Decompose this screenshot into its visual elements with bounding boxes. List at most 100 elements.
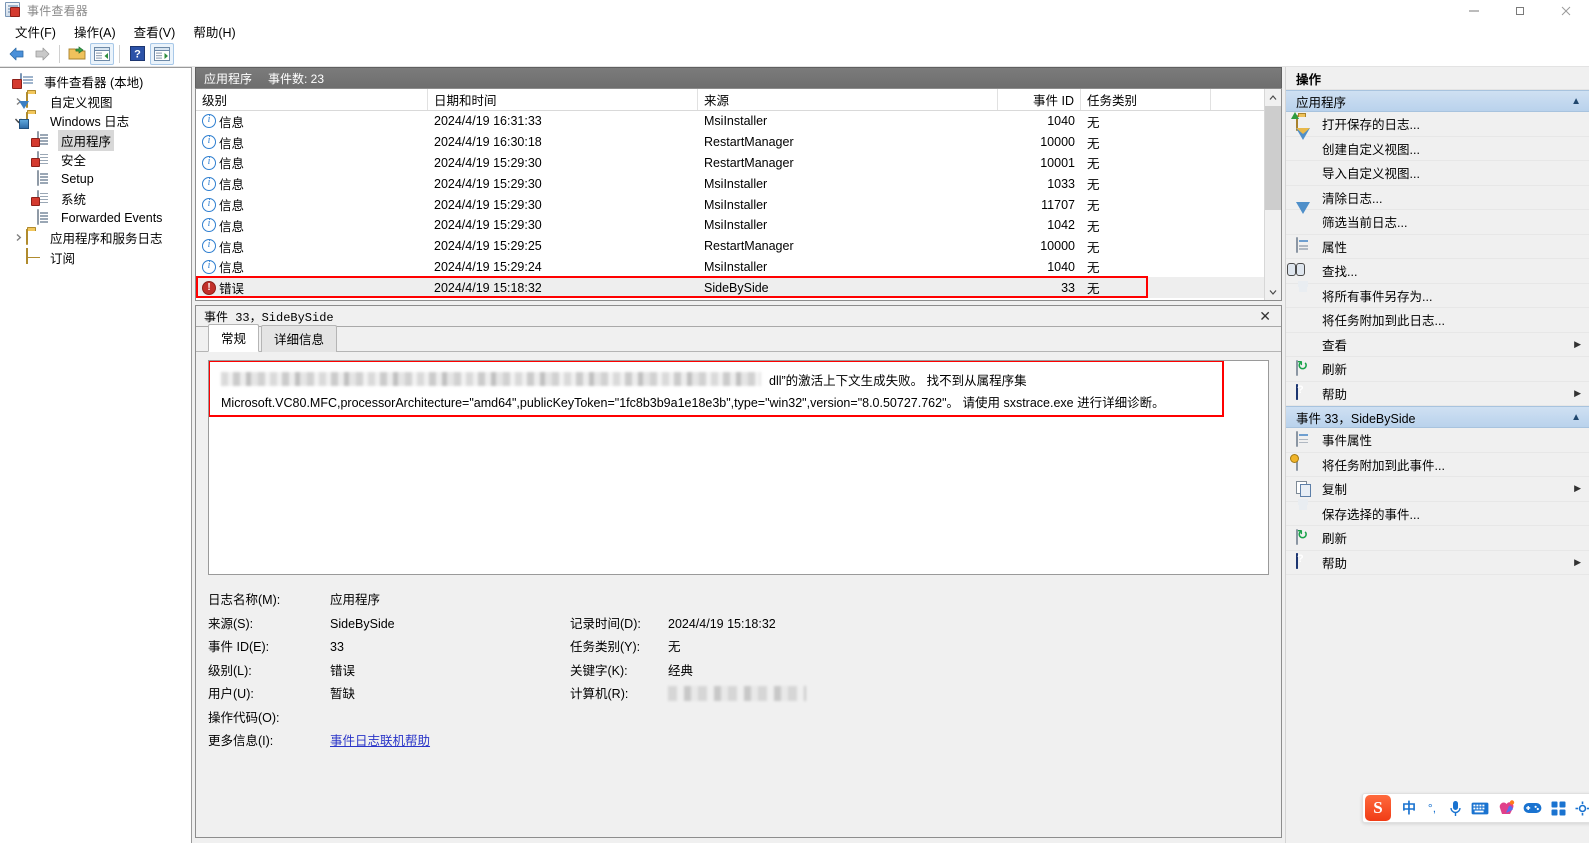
- tree-label: 系统: [61, 193, 87, 208]
- table-row[interactable]: 信息 2024/4/19 15:29:30 MsiInstaller 11707…: [196, 194, 1281, 215]
- action-label: 筛选当前日志...: [1322, 216, 1408, 231]
- action-copy[interactable]: 复制 ▶: [1286, 477, 1589, 502]
- center-pane: 应用程序 事件数: 23 级别 日期和时间 来源 事件 ID 任务类别 信息 2…: [192, 67, 1285, 843]
- cell-task: 无: [1087, 178, 1100, 193]
- menu-action[interactable]: 操作(A): [65, 20, 125, 43]
- action-help-event[interactable]: 帮助 ▶: [1286, 550, 1589, 575]
- scroll-down-button[interactable]: [1265, 283, 1281, 300]
- scrollbar-track[interactable]: [1265, 106, 1281, 283]
- ime-gamepad-icon[interactable]: [1519, 801, 1545, 815]
- information-icon: [202, 155, 216, 170]
- tree-node-windows-logs[interactable]: Windows 日志: [0, 111, 191, 131]
- tree-node-event-viewer-root[interactable]: 事件查看器 (本地): [0, 72, 191, 92]
- ime-grid-apps-icon[interactable]: [1545, 801, 1571, 816]
- column-datetime[interactable]: 日期和时间: [428, 89, 698, 110]
- console-tree-icon[interactable]: [90, 42, 114, 65]
- action-view[interactable]: 查看 ▶: [1286, 332, 1589, 357]
- column-source[interactable]: 来源: [698, 89, 998, 110]
- cell-task: 无: [1087, 261, 1100, 276]
- cell-level-text: 信息: [219, 199, 245, 214]
- action-group-application-label: 应用程序: [1296, 95, 1347, 110]
- action-filter-current-log[interactable]: 筛选当前日志...: [1286, 201, 1589, 235]
- tree-node-setup[interactable]: Setup: [0, 170, 191, 190]
- setup-log-icon: [37, 170, 53, 187]
- action-clear-log[interactable]: 清除日志...: [1286, 185, 1589, 210]
- scrollbar-thumb[interactable]: [1265, 106, 1281, 210]
- tree-node-forwarded-events[interactable]: Forwarded Events: [0, 209, 191, 229]
- action-attach-task-to-log[interactable]: 将任务附加到此日志...: [1286, 308, 1589, 333]
- tree-node-subscriptions[interactable]: 订阅: [0, 248, 191, 268]
- action-create-custom-view[interactable]: 创建自定义视图...: [1286, 128, 1589, 161]
- chevron-up-icon[interactable]: ▲: [1571, 412, 1581, 423]
- tab-details[interactable]: 详细信息: [261, 325, 338, 352]
- tree-node-security[interactable]: 安全: [0, 150, 191, 170]
- table-row[interactable]: 信息 2024/4/19 15:29:30 MsiInstaller 1033 …: [196, 173, 1281, 194]
- event-detail-header: 事件 33，SideBySide ✕: [196, 306, 1281, 327]
- event-log-online-help-link[interactable]: 事件日志联机帮助: [330, 730, 570, 754]
- column-event-id[interactable]: 事件 ID: [998, 89, 1081, 110]
- action-save-all-events-as[interactable]: 将所有事件另存为...: [1286, 283, 1589, 308]
- submenu-arrow-icon: ▶: [1574, 338, 1581, 349]
- action-label: 打开保存的日志...: [1322, 118, 1420, 133]
- close-icon[interactable]: [1543, 0, 1589, 21]
- action-help[interactable]: 帮助 ▶: [1286, 381, 1589, 406]
- source-value: SideBySide: [330, 616, 395, 631]
- event-message-box[interactable]: dll”的激活上下文生成失败。 找不到从属程序集 Microsoft.VC80.…: [208, 360, 1269, 575]
- column-level[interactable]: 级别: [196, 89, 428, 110]
- ime-microphone-icon[interactable]: [1443, 800, 1467, 817]
- table-row[interactable]: 信息 2024/4/19 15:29:30 RestartManager 100…: [196, 153, 1281, 174]
- back-button[interactable]: [5, 43, 29, 65]
- security-log-icon: [37, 150, 53, 168]
- help-question-icon[interactable]: ?: [125, 43, 149, 65]
- information-icon: [202, 197, 216, 212]
- column-task-category[interactable]: 任务类别: [1081, 89, 1211, 110]
- menu-view[interactable]: 查看(V): [125, 20, 185, 43]
- cell-task: 无: [1087, 240, 1100, 255]
- action-pane-icon[interactable]: [150, 42, 174, 65]
- tree-node-application[interactable]: 应用程序: [0, 129, 191, 151]
- table-row[interactable]: 信息 2024/4/19 15:29:30 MsiInstaller 1042 …: [196, 215, 1281, 236]
- ime-emoji-icon[interactable]: [1493, 800, 1519, 816]
- action-refresh[interactable]: 刷新: [1286, 357, 1589, 382]
- ime-logo[interactable]: S: [1365, 795, 1391, 821]
- action-save-selected-events[interactable]: 保存选择的事件...: [1286, 501, 1589, 526]
- tree-node-system[interactable]: 系统: [0, 189, 191, 209]
- action-event-properties[interactable]: 事件属性: [1286, 428, 1589, 453]
- chevron-up-icon[interactable]: ▲: [1571, 96, 1581, 107]
- ime-keyboard-icon[interactable]: [1467, 802, 1493, 815]
- table-row-selected[interactable]: 错误 2024/4/19 15:18:32 SideBySide 33 无: [196, 277, 1281, 299]
- menu-help[interactable]: 帮助(H): [184, 20, 244, 43]
- ime-settings-icon[interactable]: [1571, 801, 1589, 816]
- table-row[interactable]: 信息 2024/4/19 16:30:18 RestartManager 100…: [196, 132, 1281, 153]
- cell-level-text: 错误: [219, 282, 245, 297]
- action-open-saved-log[interactable]: 打开保存的日志...: [1286, 112, 1589, 137]
- close-icon[interactable]: ✕: [1255, 308, 1275, 325]
- action-refresh-event[interactable]: 刷新: [1286, 526, 1589, 551]
- forward-button[interactable]: [30, 43, 54, 65]
- chevron-right-icon[interactable]: [10, 230, 26, 246]
- table-row[interactable]: 信息 2024/4/19 15:29:25 RestartManager 100…: [196, 236, 1281, 257]
- action-properties[interactable]: 属性: [1286, 234, 1589, 259]
- tree-node-custom-views[interactable]: 自定义视图: [0, 92, 191, 112]
- open-folder-button[interactable]: [65, 43, 89, 65]
- action-group-application-header[interactable]: 应用程序 ▲: [1286, 90, 1589, 112]
- menu-file[interactable]: 文件(F): [6, 20, 65, 43]
- scroll-up-button[interactable]: [1265, 89, 1281, 106]
- action-label: 刷新: [1322, 363, 1348, 378]
- tree-node-apps-and-services-logs[interactable]: 应用程序和服务日志: [0, 228, 191, 248]
- action-group-event-header[interactable]: 事件 33，SideBySide ▲: [1286, 406, 1589, 428]
- cell-task: 无: [1087, 157, 1100, 172]
- ime-chinese-mode-button[interactable]: 中: [1397, 798, 1421, 818]
- event-properties-icon: [1296, 430, 1312, 448]
- action-import-custom-view[interactable]: 导入自定义视图...: [1286, 161, 1589, 186]
- table-row[interactable]: 信息 2024/4/19 16:31:33 MsiInstaller 1040 …: [196, 111, 1281, 132]
- action-find[interactable]: 查找...: [1286, 259, 1589, 284]
- event-list-scrollbar[interactable]: [1264, 89, 1281, 300]
- minimize-icon[interactable]: [1451, 0, 1497, 21]
- maximize-icon[interactable]: [1497, 0, 1543, 21]
- action-attach-task-to-event[interactable]: 将任务附加到此事件...: [1286, 452, 1589, 477]
- tab-general[interactable]: 常规: [208, 324, 260, 352]
- table-row[interactable]: 信息 2024/4/19 15:29:24 MsiInstaller 1040 …: [196, 257, 1281, 278]
- cell-event-id: 1042: [1047, 218, 1075, 233]
- ime-punctuation-button[interactable]: °,: [1421, 801, 1443, 815]
